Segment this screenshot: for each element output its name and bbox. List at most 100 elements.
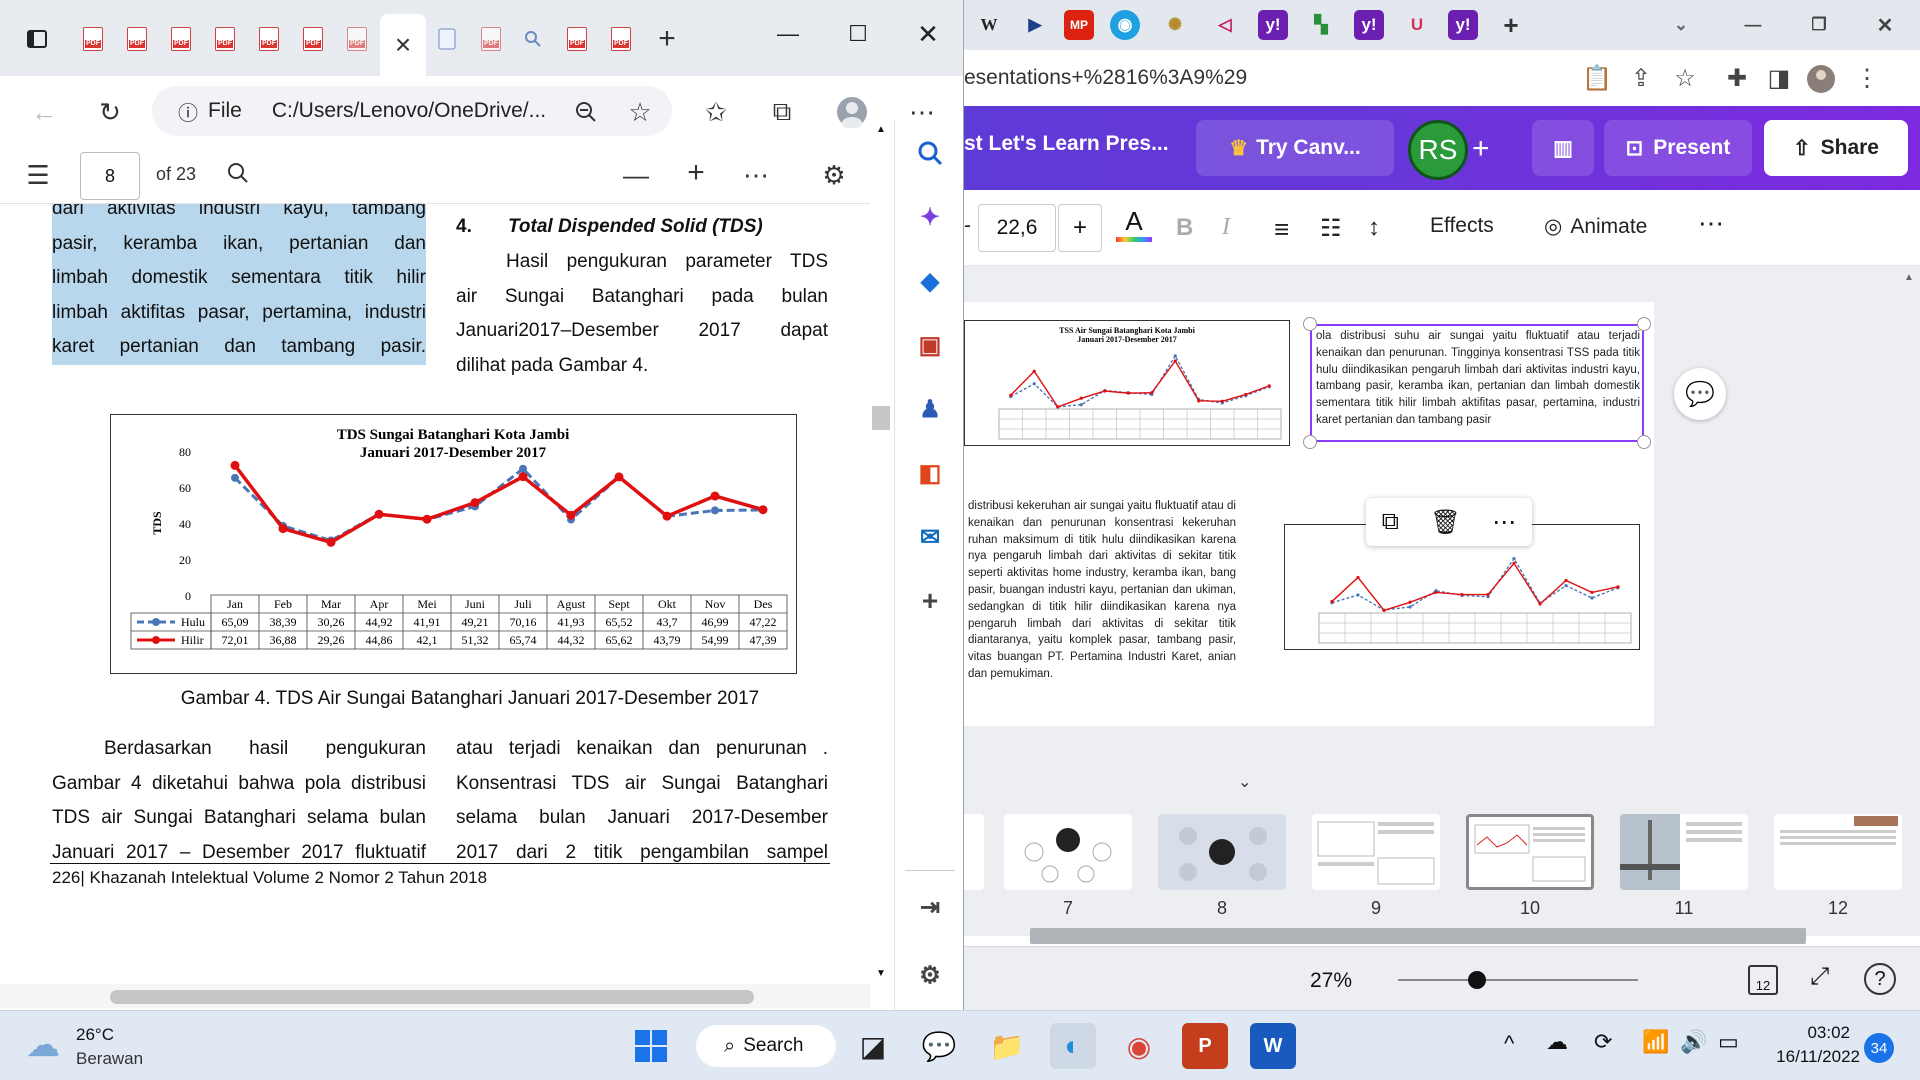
vertical-scroll-thumb[interactable] xyxy=(872,406,890,430)
clipboard-icon[interactable]: 📋 xyxy=(1582,64,1612,93)
slide-thumbnail[interactable] xyxy=(964,814,984,890)
share-button[interactable]: ⇧ Share xyxy=(1764,120,1908,176)
chrome-restore-icon[interactable]: ❐ xyxy=(1804,10,1834,40)
sidebar-settings-icon[interactable]: ⚙ xyxy=(913,958,947,992)
chrome-url[interactable]: esentations+%2816%3A9%29 xyxy=(964,66,1247,90)
arrow-tab-icon[interactable]: ◁ xyxy=(1210,10,1240,40)
yahoo-tab-icon[interactable]: y! xyxy=(1448,10,1478,40)
help-icon[interactable]: ? xyxy=(1864,963,1896,995)
add-favorite-icon[interactable]: ☆ xyxy=(624,96,656,128)
refresh-icon[interactable]: ↻ xyxy=(94,96,126,128)
clock-time[interactable]: 03:02 xyxy=(1760,1023,1850,1043)
scroll-down-icon[interactable]: ▼ xyxy=(876,968,886,979)
search-tab-icon[interactable] xyxy=(518,22,548,56)
bold-icon[interactable]: B xyxy=(1176,214,1193,242)
spacing-icon[interactable]: ↕ xyxy=(1368,214,1380,242)
clock-date[interactable]: 16/11/2022 xyxy=(1760,1047,1860,1067)
taskbar-search[interactable]: ⌕ Search xyxy=(696,1025,836,1067)
present-button[interactable]: ⊡ Present xyxy=(1604,120,1752,176)
yahoo-tab-icon[interactable]: y! xyxy=(1258,10,1288,40)
zoom-slider-track[interactable] xyxy=(1398,979,1638,981)
pdf-tab-icon[interactable] xyxy=(254,22,284,56)
scroll-up-icon[interactable]: ▲ xyxy=(876,124,886,135)
chrome-menu-icon[interactable]: ⋮ xyxy=(1852,64,1882,93)
page-count-button[interactable]: 12 xyxy=(1748,965,1778,995)
powerpoint-taskbar-icon[interactable]: P xyxy=(1182,1023,1228,1069)
start-windows-icon[interactable] xyxy=(628,1023,674,1069)
resize-handle[interactable] xyxy=(1303,435,1317,449)
more-tools-icon[interactable]: ⋯ xyxy=(740,160,772,191)
pdf-settings-icon[interactable]: ⚙ xyxy=(818,160,850,191)
slide-thumbnail[interactable] xyxy=(1312,814,1440,890)
slide-thumbnail[interactable] xyxy=(1158,814,1286,890)
pdf-tab-icon[interactable] xyxy=(342,22,372,56)
slide-text-bottom-left[interactable]: distribusi kekeruhan air sungai yaitu fl… xyxy=(968,498,1236,683)
new-tab-button[interactable]: + xyxy=(652,22,682,56)
battery-icon[interactable]: ▭ xyxy=(1718,1029,1739,1055)
collapse-filmstrip-icon[interactable]: ⌄ xyxy=(1238,772,1251,792)
duplicate-icon[interactable]: ⧉ xyxy=(1382,508,1399,536)
chrome-profile-avatar[interactable] xyxy=(1806,64,1836,101)
u-tab-icon[interactable]: U xyxy=(1402,10,1432,40)
pdf-tab-icon[interactable] xyxy=(476,22,506,56)
slide-thumbnail[interactable] xyxy=(1620,814,1748,890)
chrome-new-tab-button[interactable]: + xyxy=(1496,10,1526,40)
selected-text-box[interactable]: ola distribusi suhu air sungai yaitu flu… xyxy=(1310,324,1644,442)
zoom-icon[interactable] xyxy=(570,96,602,128)
tab-search-icon[interactable]: ⌄ xyxy=(1666,10,1696,40)
cloud-weather-icon[interactable]: ☁ xyxy=(26,1025,60,1065)
pdf-tab-icon[interactable] xyxy=(298,22,328,56)
add-sidebar-icon[interactable]: + xyxy=(913,584,947,618)
teams-chat-icon[interactable]: 💬 xyxy=(916,1023,962,1069)
toolbar-more-icon[interactable]: ⋯ xyxy=(1698,208,1724,239)
games-icon[interactable]: ♟ xyxy=(913,392,947,426)
zoom-out-icon[interactable]: — xyxy=(620,160,652,191)
page-number-input[interactable]: 8 xyxy=(80,152,140,200)
highlighted-paragraph[interactable]: dari aktivitas industri kayu, tambang pa… xyxy=(52,204,426,365)
user-avatar[interactable]: RS xyxy=(1408,120,1468,180)
zoom-level[interactable]: 27% xyxy=(1310,969,1352,993)
italic-icon[interactable]: I xyxy=(1222,214,1230,241)
back-icon[interactable]: ← xyxy=(28,96,60,128)
wikipedia-tab-icon[interactable]: W xyxy=(974,10,1004,40)
font-size-input[interactable]: 22,6 xyxy=(978,204,1056,252)
extensions-icon[interactable]: ✚ xyxy=(1722,64,1752,93)
chrome-taskbar-icon[interactable]: ◉ xyxy=(1116,1023,1162,1069)
slide-thumbnail[interactable] xyxy=(1774,814,1902,890)
tools-icon[interactable]: ▣ xyxy=(913,328,947,362)
hide-sidebar-icon[interactable]: ⇥ xyxy=(913,890,947,924)
shopping-tag-icon[interactable]: ◆ xyxy=(913,264,947,298)
chrome-close-icon[interactable]: ✕ xyxy=(1870,10,1900,40)
text-color-icon[interactable]: A xyxy=(1116,206,1152,250)
canvas-scroll-up-icon[interactable]: ▲ xyxy=(1904,272,1914,283)
find-icon[interactable] xyxy=(222,160,254,191)
try-canva-button[interactable]: ♛ Try Canv... xyxy=(1196,120,1394,176)
add-comment-icon[interactable]: 💬 xyxy=(1674,368,1726,420)
tab-actions-icon[interactable] xyxy=(22,22,52,56)
zoom-slider-handle[interactable] xyxy=(1468,971,1486,989)
maximize-icon[interactable]: ☐ xyxy=(828,14,888,54)
font-size-decrease[interactable]: - xyxy=(964,214,971,238)
profile-avatar[interactable] xyxy=(836,96,868,128)
telegram-tab-icon[interactable]: ◉ xyxy=(1110,10,1140,40)
resize-handle[interactable] xyxy=(1637,317,1651,331)
colorful-tab-icon[interactable]: ▚ xyxy=(1306,10,1336,40)
element-more-icon[interactable]: ⋯ xyxy=(1492,508,1516,537)
notification-badge[interactable]: 34 xyxy=(1864,1033,1894,1063)
delete-icon[interactable]: 🗑 xyxy=(1430,508,1460,537)
align-justify-icon[interactable]: ≡ xyxy=(1274,214,1289,245)
yahoo-tab-icon[interactable]: y! xyxy=(1354,10,1384,40)
bookmark-star-icon[interactable]: ☆ xyxy=(1670,64,1700,93)
edge-taskbar-icon[interactable]: ◐ xyxy=(1050,1023,1096,1069)
tray-chevron-icon[interactable]: ^ xyxy=(1504,1031,1514,1057)
resize-handle[interactable] xyxy=(1303,317,1317,331)
emblem-tab-icon[interactable]: ✺ xyxy=(1160,10,1190,40)
outlook-icon[interactable]: ✉ xyxy=(913,520,947,554)
pdf-tab-icon[interactable] xyxy=(606,22,636,56)
play-tab-icon[interactable]: ▶ xyxy=(1020,10,1050,40)
weather-temp[interactable]: 26°C xyxy=(76,1025,114,1045)
animate-button[interactable]: ◎ Animate xyxy=(1544,214,1647,239)
volume-icon[interactable]: 🔊 xyxy=(1680,1029,1707,1055)
active-tab-close-button[interactable]: × xyxy=(380,14,426,76)
word-taskbar-icon[interactable]: W xyxy=(1250,1023,1296,1069)
